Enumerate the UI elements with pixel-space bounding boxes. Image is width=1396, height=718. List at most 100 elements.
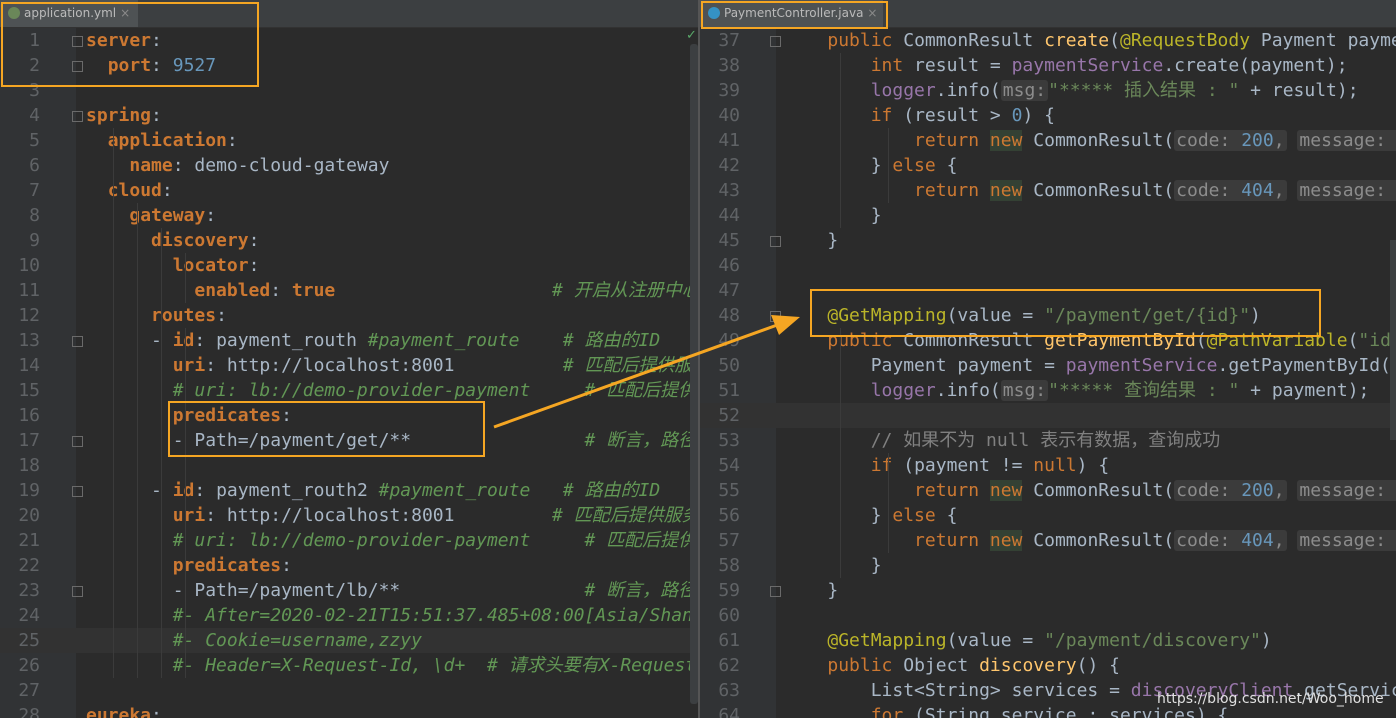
code-line[interactable]: application: bbox=[86, 128, 238, 153]
code-line[interactable]: predicates: bbox=[86, 553, 292, 578]
code-line[interactable]: - id: payment_routh #payment_route # 路由的… bbox=[86, 328, 660, 353]
fold-marker-icon[interactable] bbox=[72, 336, 83, 347]
line-number: 46 bbox=[718, 255, 740, 276]
line-number: 44 bbox=[718, 205, 740, 226]
line-number: 39 bbox=[718, 80, 740, 101]
code-line[interactable]: - Path=/payment/lb/** # 断言，路径相匹配的进行路由 bbox=[86, 578, 700, 603]
line-number: 15 bbox=[18, 380, 40, 401]
code-line[interactable]: logger.info(msg: "***** 插入结果 : " + result… bbox=[784, 78, 1359, 103]
code-line[interactable]: uri: http://localhost:8001 # 匹配后提供服务的路由地… bbox=[86, 503, 700, 528]
tab-application-yml[interactable]: application.yml × bbox=[0, 0, 138, 27]
code-line[interactable]: eureka: bbox=[86, 703, 162, 718]
code-line[interactable]: #- After=2020-02-21T15:51:37.485+08:00[A… bbox=[86, 603, 700, 628]
line-number: 3 bbox=[29, 80, 40, 101]
close-icon[interactable]: × bbox=[120, 6, 130, 20]
line-number: 1 bbox=[29, 30, 40, 51]
code-line[interactable]: return new CommonResult(code: 404, messa… bbox=[784, 178, 1396, 203]
code-line[interactable]: @GetMapping(value = "/payment/get/{id}") bbox=[784, 303, 1261, 328]
code-line[interactable]: - id: payment_routh2 #payment_route # 路由… bbox=[86, 478, 660, 503]
code-line[interactable]: } bbox=[784, 228, 838, 253]
code-line[interactable]: if (result > 0) { bbox=[784, 103, 1055, 128]
code-line[interactable]: if (payment != null) { bbox=[784, 453, 1109, 478]
code-line[interactable]: predicates: bbox=[86, 403, 292, 428]
current-line-highlight bbox=[700, 403, 1396, 428]
line-number: 60 bbox=[718, 605, 740, 626]
close-icon[interactable]: × bbox=[867, 6, 877, 20]
scrollbar[interactable] bbox=[690, 44, 698, 704]
line-number: 23 bbox=[18, 580, 40, 601]
fold-marker-icon[interactable] bbox=[770, 586, 781, 597]
code-line[interactable]: } else { bbox=[784, 153, 958, 178]
line-number: 21 bbox=[18, 530, 40, 551]
line-number: 52 bbox=[718, 405, 740, 426]
line-number: 19 bbox=[18, 480, 40, 501]
code-line[interactable]: } bbox=[784, 203, 882, 228]
spring-yaml-icon bbox=[8, 7, 20, 19]
code-line[interactable]: # uri: lb://demo-provider-payment # 匹配后提… bbox=[86, 528, 700, 553]
indent-guide bbox=[113, 128, 114, 678]
code-line[interactable]: locator: bbox=[86, 253, 260, 278]
code-line[interactable]: spring: bbox=[86, 103, 162, 128]
line-number: 13 bbox=[18, 330, 40, 351]
tab-payment-controller-java[interactable]: PaymentController.java × bbox=[700, 0, 883, 27]
code-line[interactable]: @GetMapping(value = "/payment/discovery"… bbox=[784, 628, 1271, 653]
code-line[interactable]: uri: http://localhost:8001 # 匹配后提供服务的路由地… bbox=[86, 353, 700, 378]
code-line[interactable]: logger.info(msg: "***** 查询结果 : " + paymen… bbox=[784, 378, 1369, 403]
code-line[interactable]: cloud: bbox=[86, 178, 173, 203]
line-number: 26 bbox=[18, 655, 40, 676]
fold-marker-icon[interactable] bbox=[72, 111, 83, 122]
fold-marker-icon[interactable] bbox=[72, 61, 83, 72]
code-line[interactable]: #- Header=X-Request-Id, \d+ # 请求头要有X-Req… bbox=[86, 653, 700, 678]
code-line[interactable]: discovery: bbox=[86, 228, 259, 253]
fold-marker-icon[interactable] bbox=[770, 36, 781, 47]
fold-marker-icon[interactable] bbox=[72, 586, 83, 597]
fold-marker-icon[interactable] bbox=[72, 436, 83, 447]
line-number: 37 bbox=[718, 30, 740, 51]
line-number: 12 bbox=[18, 305, 40, 326]
code-line[interactable]: return new CommonResult(code: 404, messa… bbox=[784, 528, 1396, 553]
line-number: 51 bbox=[718, 380, 740, 401]
indent-guide bbox=[137, 203, 138, 678]
code-line[interactable]: Payment payment = paymentService.getPaym… bbox=[784, 353, 1396, 378]
code-line[interactable]: # uri: lb://demo-provider-payment # 匹配后提… bbox=[86, 378, 700, 403]
code-line[interactable]: enabled: true # 开启从注册中心动态创建路由的功能 bbox=[86, 278, 700, 303]
code-line[interactable]: int result = paymentService.create(payme… bbox=[784, 53, 1348, 78]
line-number: 61 bbox=[718, 630, 740, 651]
java-class-icon bbox=[708, 7, 720, 19]
line-number: 40 bbox=[718, 105, 740, 126]
fold-marker-icon[interactable] bbox=[770, 311, 781, 322]
line-number: 47 bbox=[718, 280, 740, 301]
indent-guide bbox=[888, 128, 889, 203]
code-line[interactable]: public Object discovery() { bbox=[784, 653, 1120, 678]
code-line[interactable]: // 如果不为 null 表示有数据，查询成功 bbox=[784, 428, 1221, 453]
code-line[interactable]: } bbox=[784, 578, 838, 603]
code-line[interactable]: routes: bbox=[86, 303, 227, 328]
code-line[interactable]: server: bbox=[86, 28, 162, 53]
pane-divider[interactable] bbox=[698, 0, 700, 718]
fold-marker-icon[interactable] bbox=[72, 36, 83, 47]
line-number: 50 bbox=[718, 355, 740, 376]
fold-marker-icon[interactable] bbox=[770, 236, 781, 247]
line-number: 43 bbox=[718, 180, 740, 201]
code-line[interactable]: return new CommonResult(code: 200, messa… bbox=[784, 128, 1396, 153]
tab-label: PaymentController.java bbox=[724, 6, 864, 20]
code-line[interactable]: } bbox=[784, 553, 882, 578]
line-number: 25 bbox=[18, 630, 40, 651]
right-editor-pane: PaymentController.java × 37 public Common… bbox=[700, 0, 1396, 718]
line-number: 11 bbox=[18, 280, 40, 301]
code-line[interactable]: public CommonResult create(@RequestBody … bbox=[784, 28, 1396, 53]
line-number: 59 bbox=[718, 580, 740, 601]
code-line[interactable]: port: 9527 bbox=[86, 53, 216, 78]
line-number: 16 bbox=[18, 405, 40, 426]
code-line[interactable]: public CommonResult getPaymentById(@Path… bbox=[784, 328, 1396, 353]
scrollbar[interactable] bbox=[1390, 240, 1396, 440]
code-line[interactable]: gateway: bbox=[86, 203, 216, 228]
line-number: 4 bbox=[29, 105, 40, 126]
code-line[interactable]: return new CommonResult(code: 200, messa… bbox=[784, 478, 1396, 503]
check-mark-icon: ✓ bbox=[686, 28, 697, 43]
fold-marker-icon[interactable] bbox=[72, 486, 83, 497]
left-editor-pane: application.yml × 1 server: 2 port: 9527 3 4 s… bbox=[0, 0, 700, 718]
code-line[interactable]: - Path=/payment/get/** # 断言，路径相匹配的进行路由 bbox=[86, 428, 700, 453]
code-line[interactable]: name: demo-cloud-gateway bbox=[86, 153, 389, 178]
code-line[interactable]: } else { bbox=[784, 503, 958, 528]
